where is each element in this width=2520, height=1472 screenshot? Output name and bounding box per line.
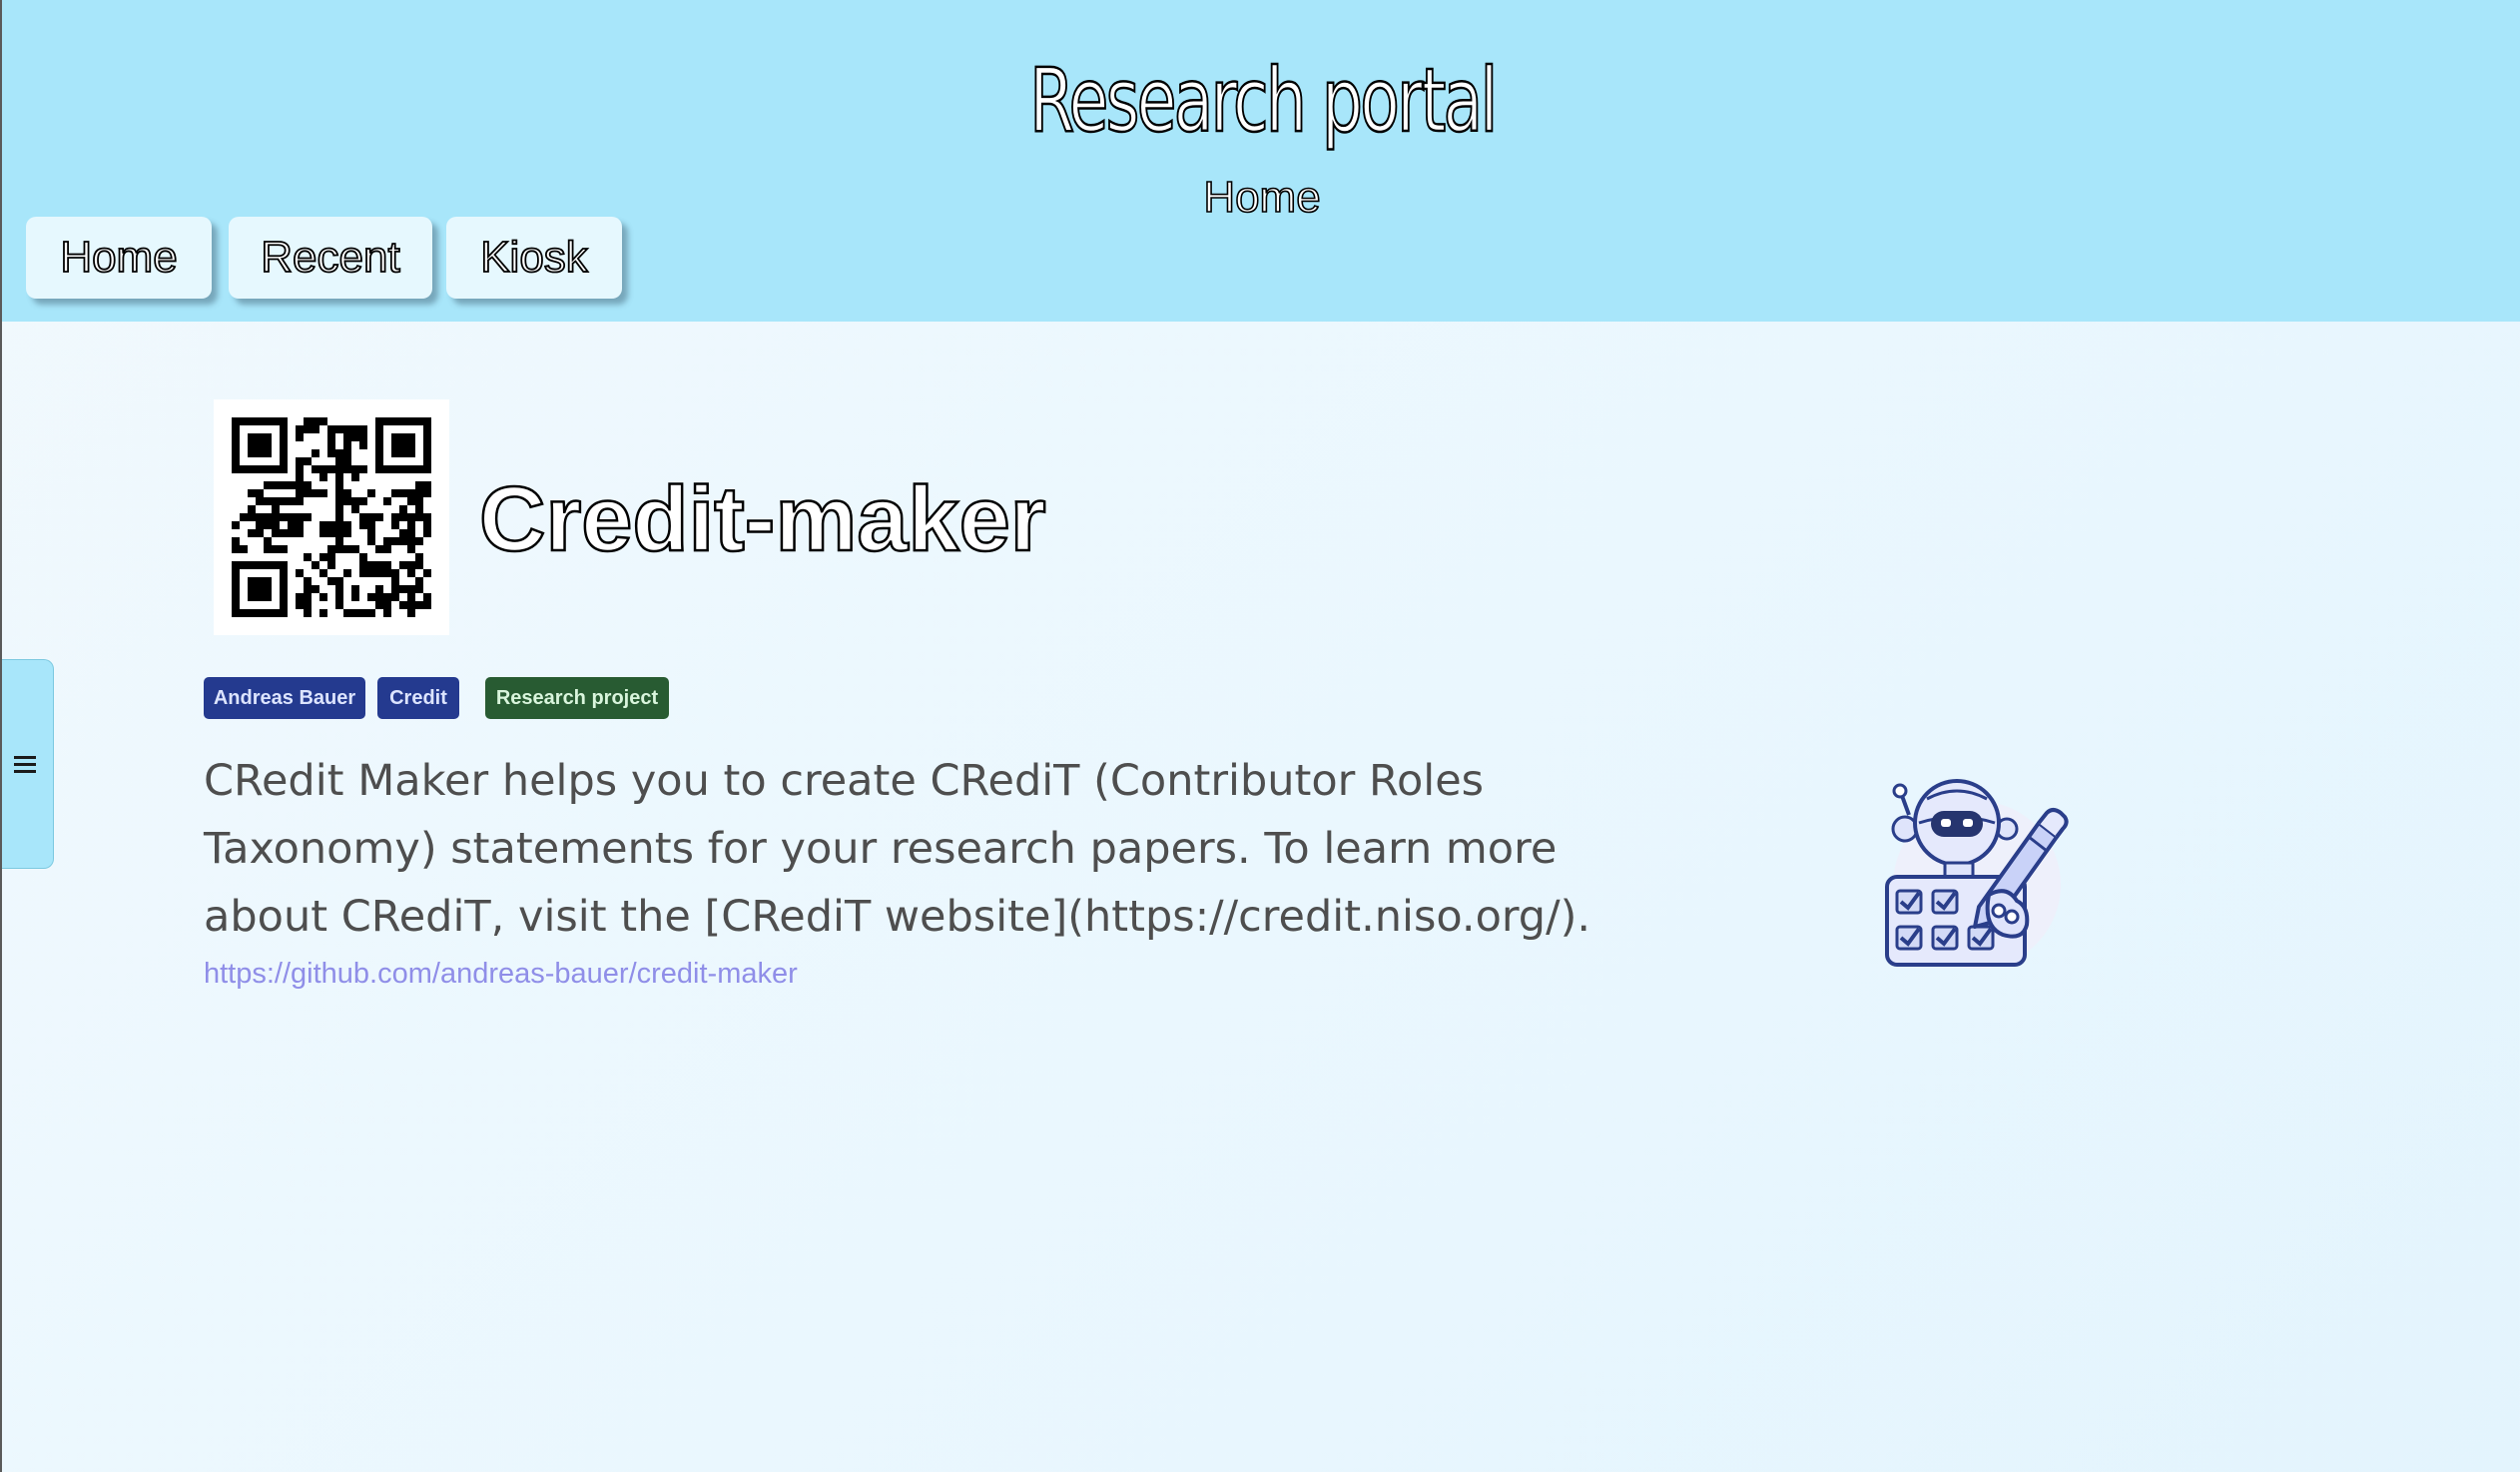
- project-title: Credit-maker: [478, 467, 1047, 572]
- site-title: Research portal: [1028, 48, 1499, 154]
- sidebar-toggle-button[interactable]: [2, 659, 54, 869]
- tab-kiosk[interactable]: Kiosk: [446, 217, 622, 299]
- robot-checklist-icon: [1879, 775, 2075, 971]
- tag-topic[interactable]: Credit: [377, 677, 459, 719]
- header: Research portal Home Home Recent Kiosk: [2, 0, 2520, 322]
- project-description: CRedit Maker helps you to create CRediT …: [204, 756, 1591, 942]
- tag-author[interactable]: Andreas Bauer: [204, 677, 365, 719]
- tag-project-type[interactable]: Research project: [485, 677, 669, 719]
- repository-link[interactable]: https://github.com/andreas-bauer/credit-…: [204, 952, 798, 996]
- qr-code-icon: [214, 399, 449, 635]
- tab-recent[interactable]: Recent: [229, 217, 432, 299]
- tab-home[interactable]: Home: [26, 217, 212, 299]
- menu-icon: [14, 756, 36, 774]
